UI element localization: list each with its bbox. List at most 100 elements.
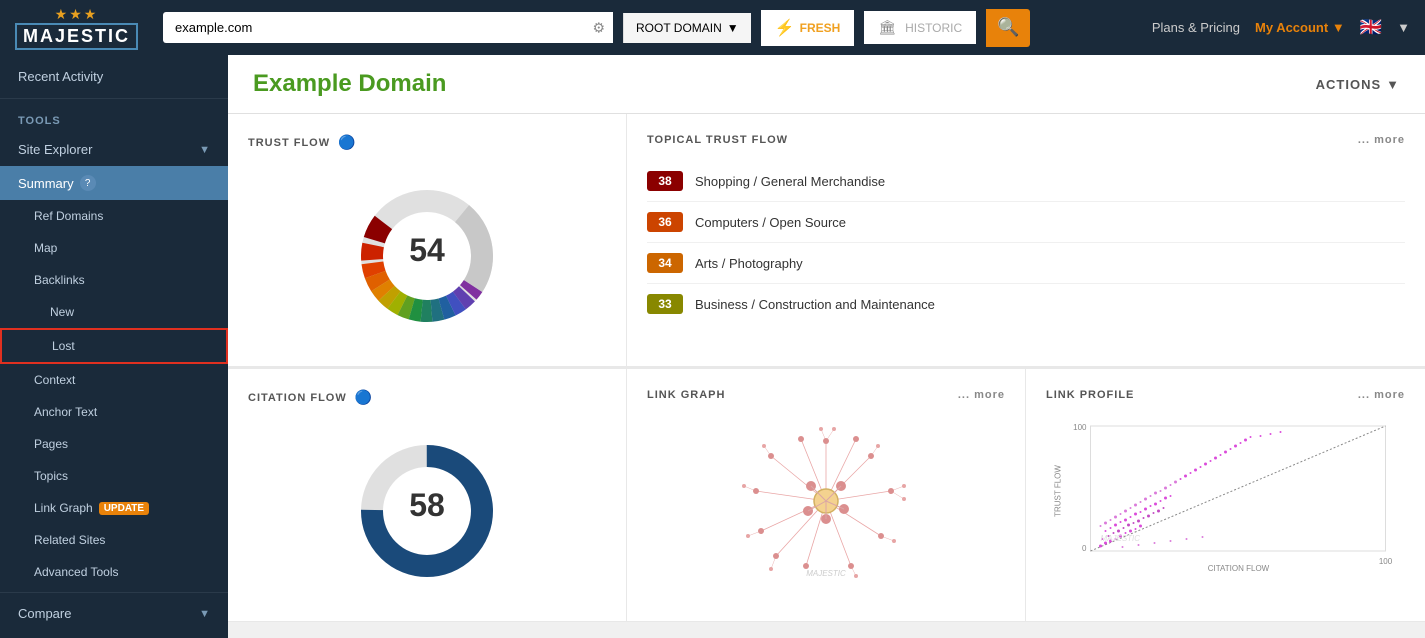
topical-trust-flow-more-link[interactable]: ... more (1358, 134, 1405, 146)
topical-trust-flow-row: 38 Shopping / General Merchandise (647, 161, 1405, 202)
lost-label: Lost (52, 339, 75, 353)
backlinks-label: Backlinks (34, 273, 85, 287)
gear-icon[interactable]: ⚙ (592, 19, 605, 36)
ttf-category-label: Shopping / General Merchandise (695, 174, 885, 189)
trust-flow-chart: 54 (248, 166, 606, 346)
link-profile-more-link[interactable]: ... more (1358, 389, 1405, 401)
pages-label: Pages (34, 437, 68, 451)
topical-trust-flow-panel: TOPICAL TRUST FLOW ... more 38 Shopping … (627, 114, 1425, 367)
logo-stars: ★★★ (55, 6, 99, 23)
search-bar: ⚙ (163, 12, 613, 43)
tools-section-title: TOOLS (0, 103, 228, 133)
root-domain-label: ROOT DOMAIN (636, 21, 722, 35)
link-graph-label: Link Graph (34, 501, 93, 515)
account-arrow-icon: ▼ (1332, 20, 1345, 35)
new-label: New (50, 305, 74, 319)
page-header: Example Domain ACTIONS ▼ (228, 55, 1425, 114)
link-graph-panel: LINK GRAPH ... more (627, 369, 1026, 622)
sidebar-divider-1 (0, 98, 228, 99)
svg-text:0: 0 (1082, 544, 1087, 553)
trust-flow-panel: TRUST FLOW 🔵 (228, 114, 627, 367)
link-profile-panel-title: LINK PROFILE ... more (1046, 389, 1405, 401)
sidebar-item-map[interactable]: Map (0, 232, 228, 264)
sidebar-item-ref-domains[interactable]: Ref Domains (0, 200, 228, 232)
my-account-label: My Account (1255, 20, 1328, 35)
root-domain-dropdown[interactable]: ROOT DOMAIN ▼ (623, 13, 751, 43)
context-label: Context (34, 373, 75, 387)
lightning-icon: ⚡ (775, 18, 795, 38)
sidebar-item-advanced-tools[interactable]: Advanced Tools (0, 556, 228, 588)
svg-text:TRUST FLOW: TRUST FLOW (1054, 465, 1063, 517)
ttf-score-badge: 33 (647, 294, 683, 314)
citation-flow-info-icon[interactable]: 🔵 (355, 389, 373, 406)
summary-label: Summary (18, 176, 74, 191)
actions-arrow-icon: ▼ (1386, 77, 1400, 92)
link-profile-svg: TRUST FLOW 100 0 CITATION FLOW 100 (1046, 421, 1405, 576)
sidebar-item-topics[interactable]: Topics (0, 460, 228, 492)
sidebar-item-compare[interactable]: Compare ▼ (0, 597, 228, 630)
main-content: Example Domain ACTIONS ▼ TRUST FLOW 🔵 (228, 55, 1425, 638)
dropdown-arrow-icon: ▼ (727, 21, 739, 35)
fresh-button[interactable]: ⚡ FRESH (761, 10, 855, 46)
link-graph-more-link[interactable]: ... more (958, 389, 1005, 401)
historic-label: HISTORIC (905, 21, 962, 35)
citation-flow-panel: CITATION FLOW 🔵 58 (228, 369, 627, 622)
columns-icon: 🏛 (878, 19, 896, 36)
my-account-link[interactable]: My Account ▼ (1255, 20, 1345, 35)
sidebar-item-summary[interactable]: Summary ? (0, 166, 228, 200)
sidebar-item-anchor-text[interactable]: Anchor Text (0, 396, 228, 428)
ttf-category-label: Arts / Photography (695, 256, 803, 271)
link-profile-chart: TRUST FLOW 100 0 CITATION FLOW 100 (1046, 416, 1405, 584)
flag-dropdown-icon: ▼ (1397, 20, 1410, 35)
actions-button[interactable]: ACTIONS ▼ (1316, 77, 1400, 92)
historic-button[interactable]: 🏛 HISTORIC (864, 11, 976, 44)
topics-label: Topics (34, 469, 68, 483)
ttf-score-badge: 38 (647, 171, 683, 191)
summary-info-icon[interactable]: ? (80, 175, 96, 191)
link-graph-visual: MAJESTIC (647, 416, 1005, 586)
link-graph-panel-title: LINK GRAPH ... more (647, 389, 1005, 401)
anchor-text-label: Anchor Text (34, 405, 97, 419)
sidebar: Recent Activity TOOLS Site Explorer ▼ Su… (0, 55, 228, 638)
actions-label: ACTIONS (1316, 77, 1382, 92)
language-flag-icon[interactable]: 🇬🇧 (1360, 17, 1382, 38)
header: ★★★ MAJESTIC ⚙ ROOT DOMAIN ▼ ⚡ FRESH 🏛 H… (0, 0, 1425, 55)
compare-label: Compare (18, 606, 71, 621)
bottom-row: CITATION FLOW 🔵 58 LINK GRAPH (228, 368, 1425, 622)
link-graph-svg: MAJESTIC (726, 421, 926, 581)
main-layout: Recent Activity TOOLS Site Explorer ▼ Su… (0, 55, 1425, 638)
trust-flow-donut-svg: 54 (347, 176, 507, 336)
top-row: TRUST FLOW 🔵 (228, 114, 1425, 368)
trust-flow-info-icon[interactable]: 🔵 (338, 134, 356, 151)
topical-trust-flow-list: 38 Shopping / General Merchandise 36 Com… (647, 161, 1405, 324)
sidebar-item-backlinks[interactable]: Backlinks (0, 264, 228, 296)
search-input[interactable] (163, 12, 613, 43)
related-sites-label: Related Sites (34, 533, 105, 547)
sidebar-item-link-graph[interactable]: Link Graph UPDATE (0, 492, 228, 524)
topical-trust-flow-row: 34 Arts / Photography (647, 243, 1405, 284)
sidebar-item-related-sites[interactable]: Related Sites (0, 524, 228, 556)
sidebar-item-context[interactable]: Context (0, 364, 228, 396)
search-button[interactable]: 🔍 (986, 9, 1030, 47)
citation-flow-chart: 58 (248, 421, 606, 601)
plans-pricing-link[interactable]: Plans & Pricing (1152, 20, 1240, 35)
topical-trust-flow-row: 36 Computers / Open Source (647, 202, 1405, 243)
advanced-tools-label: Advanced Tools (34, 565, 119, 579)
sidebar-divider-2 (0, 592, 228, 593)
sidebar-item-site-explorer[interactable]: Site Explorer ▼ (0, 133, 228, 166)
ttf-category-label: Computers / Open Source (695, 215, 846, 230)
fresh-label: FRESH (800, 21, 841, 35)
ttf-score-badge: 36 (647, 212, 683, 232)
sidebar-item-new[interactable]: New (0, 296, 228, 328)
search-icon: 🔍 (997, 17, 1019, 38)
topical-trust-flow-title: TOPICAL TRUST FLOW ... more (647, 134, 1405, 146)
svg-text:MAJESTIC: MAJESTIC (806, 569, 846, 578)
sidebar-item-pages[interactable]: Pages (0, 428, 228, 460)
trust-flow-title: TRUST FLOW 🔵 (248, 134, 606, 151)
svg-text:54: 54 (409, 232, 445, 268)
sidebar-item-bulk-backlinks[interactable]: Bulk Backlinks (0, 630, 228, 638)
ttf-category-label: Business / Construction and Maintenance (695, 297, 935, 312)
compare-arrow-icon: ▼ (199, 608, 210, 620)
sidebar-item-lost[interactable]: Lost (0, 328, 228, 364)
logo: ★★★ MAJESTIC (15, 6, 138, 50)
